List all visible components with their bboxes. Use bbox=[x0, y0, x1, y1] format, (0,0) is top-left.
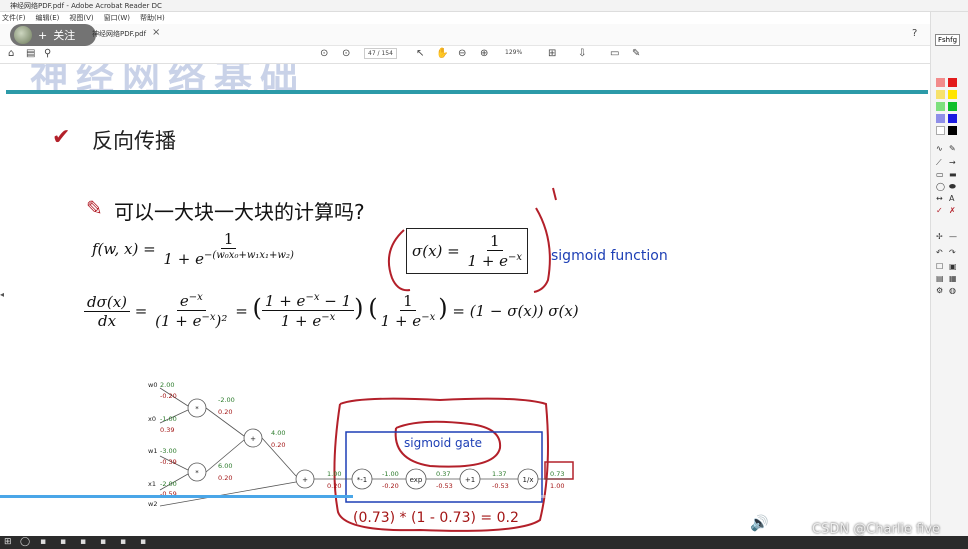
edge-3-fwd: 4.00 bbox=[271, 429, 285, 437]
edge-2-fwd: 6.00 bbox=[218, 462, 232, 470]
csdn-watermark: CSDN @Charlie five bbox=[812, 522, 941, 537]
taskbar-app-icon[interactable]: ▪ bbox=[140, 537, 146, 547]
node-mul-2-label: * bbox=[195, 469, 199, 477]
edge-1-grad: 0.20 bbox=[218, 408, 232, 416]
pause-icon[interactable]: ❚❚ bbox=[54, 512, 81, 531]
clear-icon[interactable]: ☐ bbox=[936, 262, 943, 271]
redo-icon[interactable]: ↷ bbox=[949, 248, 956, 257]
time-total: 10:52 bbox=[168, 517, 207, 531]
node-add-1-label: + bbox=[250, 435, 256, 443]
node-plus1-label: +1 bbox=[465, 476, 475, 484]
input-x1-fwd: -2.00 bbox=[160, 480, 177, 488]
taskbar-app-icon[interactable]: ▪ bbox=[120, 537, 126, 547]
color-swatch-red[interactable] bbox=[948, 78, 957, 87]
input-x0-fwd: -1.00 bbox=[160, 415, 177, 423]
rect-tool-icon[interactable]: ▭ bbox=[936, 170, 944, 179]
arrow-tool-icon[interactable]: → bbox=[949, 158, 956, 167]
screen-icon[interactable]: ▦ bbox=[949, 274, 957, 283]
input-x0-name: x0 bbox=[148, 415, 156, 423]
taskbar-app-icon[interactable]: ▪ bbox=[60, 537, 66, 547]
color-swatch-light-yellow[interactable] bbox=[936, 90, 945, 99]
color-swatch-blue[interactable] bbox=[948, 114, 957, 123]
input-w1-name: w1 bbox=[148, 447, 157, 455]
start-icon[interactable]: ⊞ bbox=[4, 537, 12, 547]
prev-icon[interactable]: ⏮ bbox=[20, 512, 33, 528]
pen-tool-icon[interactable]: ∿ bbox=[936, 144, 943, 153]
edge-3-grad: 0.20 bbox=[271, 441, 285, 449]
input-w0-name: w0 bbox=[148, 381, 157, 389]
check-tool-icon[interactable]: ✓ bbox=[936, 206, 943, 215]
video-progress-track[interactable] bbox=[0, 495, 930, 498]
globe-icon[interactable]: ◍ bbox=[949, 286, 956, 295]
red-bracket-left bbox=[388, 229, 411, 292]
quality-button[interactable]: 1080P 高清 bbox=[573, 516, 649, 535]
edge-8-grad: 1.00 bbox=[550, 482, 564, 490]
red-bracket-right bbox=[533, 207, 551, 293]
edge-6-grad: -0.53 bbox=[436, 482, 453, 490]
edge-7-grad: -0.53 bbox=[492, 482, 509, 490]
red-tick bbox=[552, 187, 557, 201]
handwritten-formula: (0.73) * (1 - 0.73) = 0.2 bbox=[353, 510, 519, 526]
task-view-icon[interactable]: ◯ bbox=[20, 537, 30, 547]
edge-1-fwd: -2.00 bbox=[218, 396, 235, 404]
input-w1-fwd: -3.00 bbox=[160, 447, 177, 455]
save-icon[interactable]: ▣ bbox=[949, 262, 957, 271]
input-w1-grad: -0.39 bbox=[160, 458, 177, 466]
double-arrow-tool-icon[interactable]: ↔ bbox=[936, 194, 943, 203]
node-mul-1-label: * bbox=[195, 405, 199, 413]
edge-4-fwd: 1.00 bbox=[327, 470, 341, 478]
line-tool-icon[interactable]: ⟋ bbox=[936, 158, 942, 168]
time-current: 04:09 bbox=[125, 517, 164, 531]
color-swatch-yellow[interactable] bbox=[948, 90, 957, 99]
settings-tool-icon[interactable]: ⚙ bbox=[936, 286, 943, 295]
settings-icon[interactable]: ⚙ bbox=[786, 514, 799, 532]
input-w0-fwd: 2.00 bbox=[160, 381, 174, 389]
subtitle-icon[interactable]: ▣ bbox=[710, 514, 724, 532]
pencil-tool-icon[interactable]: ✎ bbox=[949, 144, 956, 153]
computational-graph: * * + + *-1 exp +1 1/x w0 2.00 -0.20 x0 … bbox=[148, 381, 570, 508]
color-swatch-black[interactable] bbox=[948, 126, 957, 135]
edge-4-grad: 0.20 bbox=[327, 482, 341, 490]
color-swatch-green[interactable] bbox=[948, 102, 957, 111]
edge-5-fwd: -1.00 bbox=[382, 470, 399, 478]
scroll-left-icon[interactable]: ◂ bbox=[0, 290, 4, 299]
minus-tool-icon[interactable]: — bbox=[949, 232, 957, 241]
node-exp-label: exp bbox=[410, 476, 423, 484]
color-swatch-white[interactable] bbox=[936, 126, 945, 135]
edge-7-fwd: 1.37 bbox=[492, 470, 506, 478]
edge-2-grad: 0.20 bbox=[218, 474, 232, 482]
node-neg-label: *-1 bbox=[357, 476, 367, 484]
filled-rect-tool-icon[interactable]: ▬ bbox=[949, 170, 957, 179]
move-tool-icon[interactable]: ✢ bbox=[936, 232, 943, 241]
input-x0-grad: 0.39 bbox=[160, 426, 174, 434]
speed-button[interactable]: 1.5x bbox=[667, 516, 698, 531]
video-progress-fill bbox=[0, 495, 354, 498]
panel-label[interactable]: Fshfg bbox=[935, 34, 961, 46]
color-swatch-light-green[interactable] bbox=[936, 102, 945, 111]
volume-icon[interactable]: 🔊 bbox=[750, 514, 769, 532]
text-tool-icon[interactable]: A bbox=[949, 194, 954, 203]
taskbar-app-icon[interactable]: ▪ bbox=[80, 537, 86, 547]
node-recip-label: 1/x bbox=[523, 476, 534, 484]
cross-tool-icon[interactable]: ✗ bbox=[949, 206, 956, 215]
time-separator: / bbox=[160, 517, 165, 531]
filled-ellipse-tool-icon[interactable]: ⬬ bbox=[949, 182, 956, 192]
color-swatch-lavender[interactable] bbox=[936, 114, 945, 123]
print-tool-icon[interactable]: ▤ bbox=[936, 274, 944, 283]
input-x1-name: x1 bbox=[148, 480, 156, 488]
input-w0-grad: -0.20 bbox=[160, 392, 177, 400]
next-icon[interactable]: ⏭ bbox=[92, 512, 105, 528]
edge-5-grad: -0.20 bbox=[382, 482, 399, 490]
undo-icon[interactable]: ↶ bbox=[936, 248, 943, 257]
color-swatch-pink[interactable] bbox=[936, 78, 945, 87]
edge-8-fwd: 0.73 bbox=[550, 470, 564, 478]
taskbar-app-icon[interactable]: ▪ bbox=[100, 537, 106, 547]
edge-6-fwd: 0.37 bbox=[436, 470, 450, 478]
ellipse-tool-icon[interactable]: ◯ bbox=[936, 182, 945, 191]
input-w2-name: w2 bbox=[148, 500, 157, 508]
taskbar-app-icon[interactable]: ▪ bbox=[40, 537, 46, 547]
node-add-2-label: + bbox=[302, 476, 308, 484]
